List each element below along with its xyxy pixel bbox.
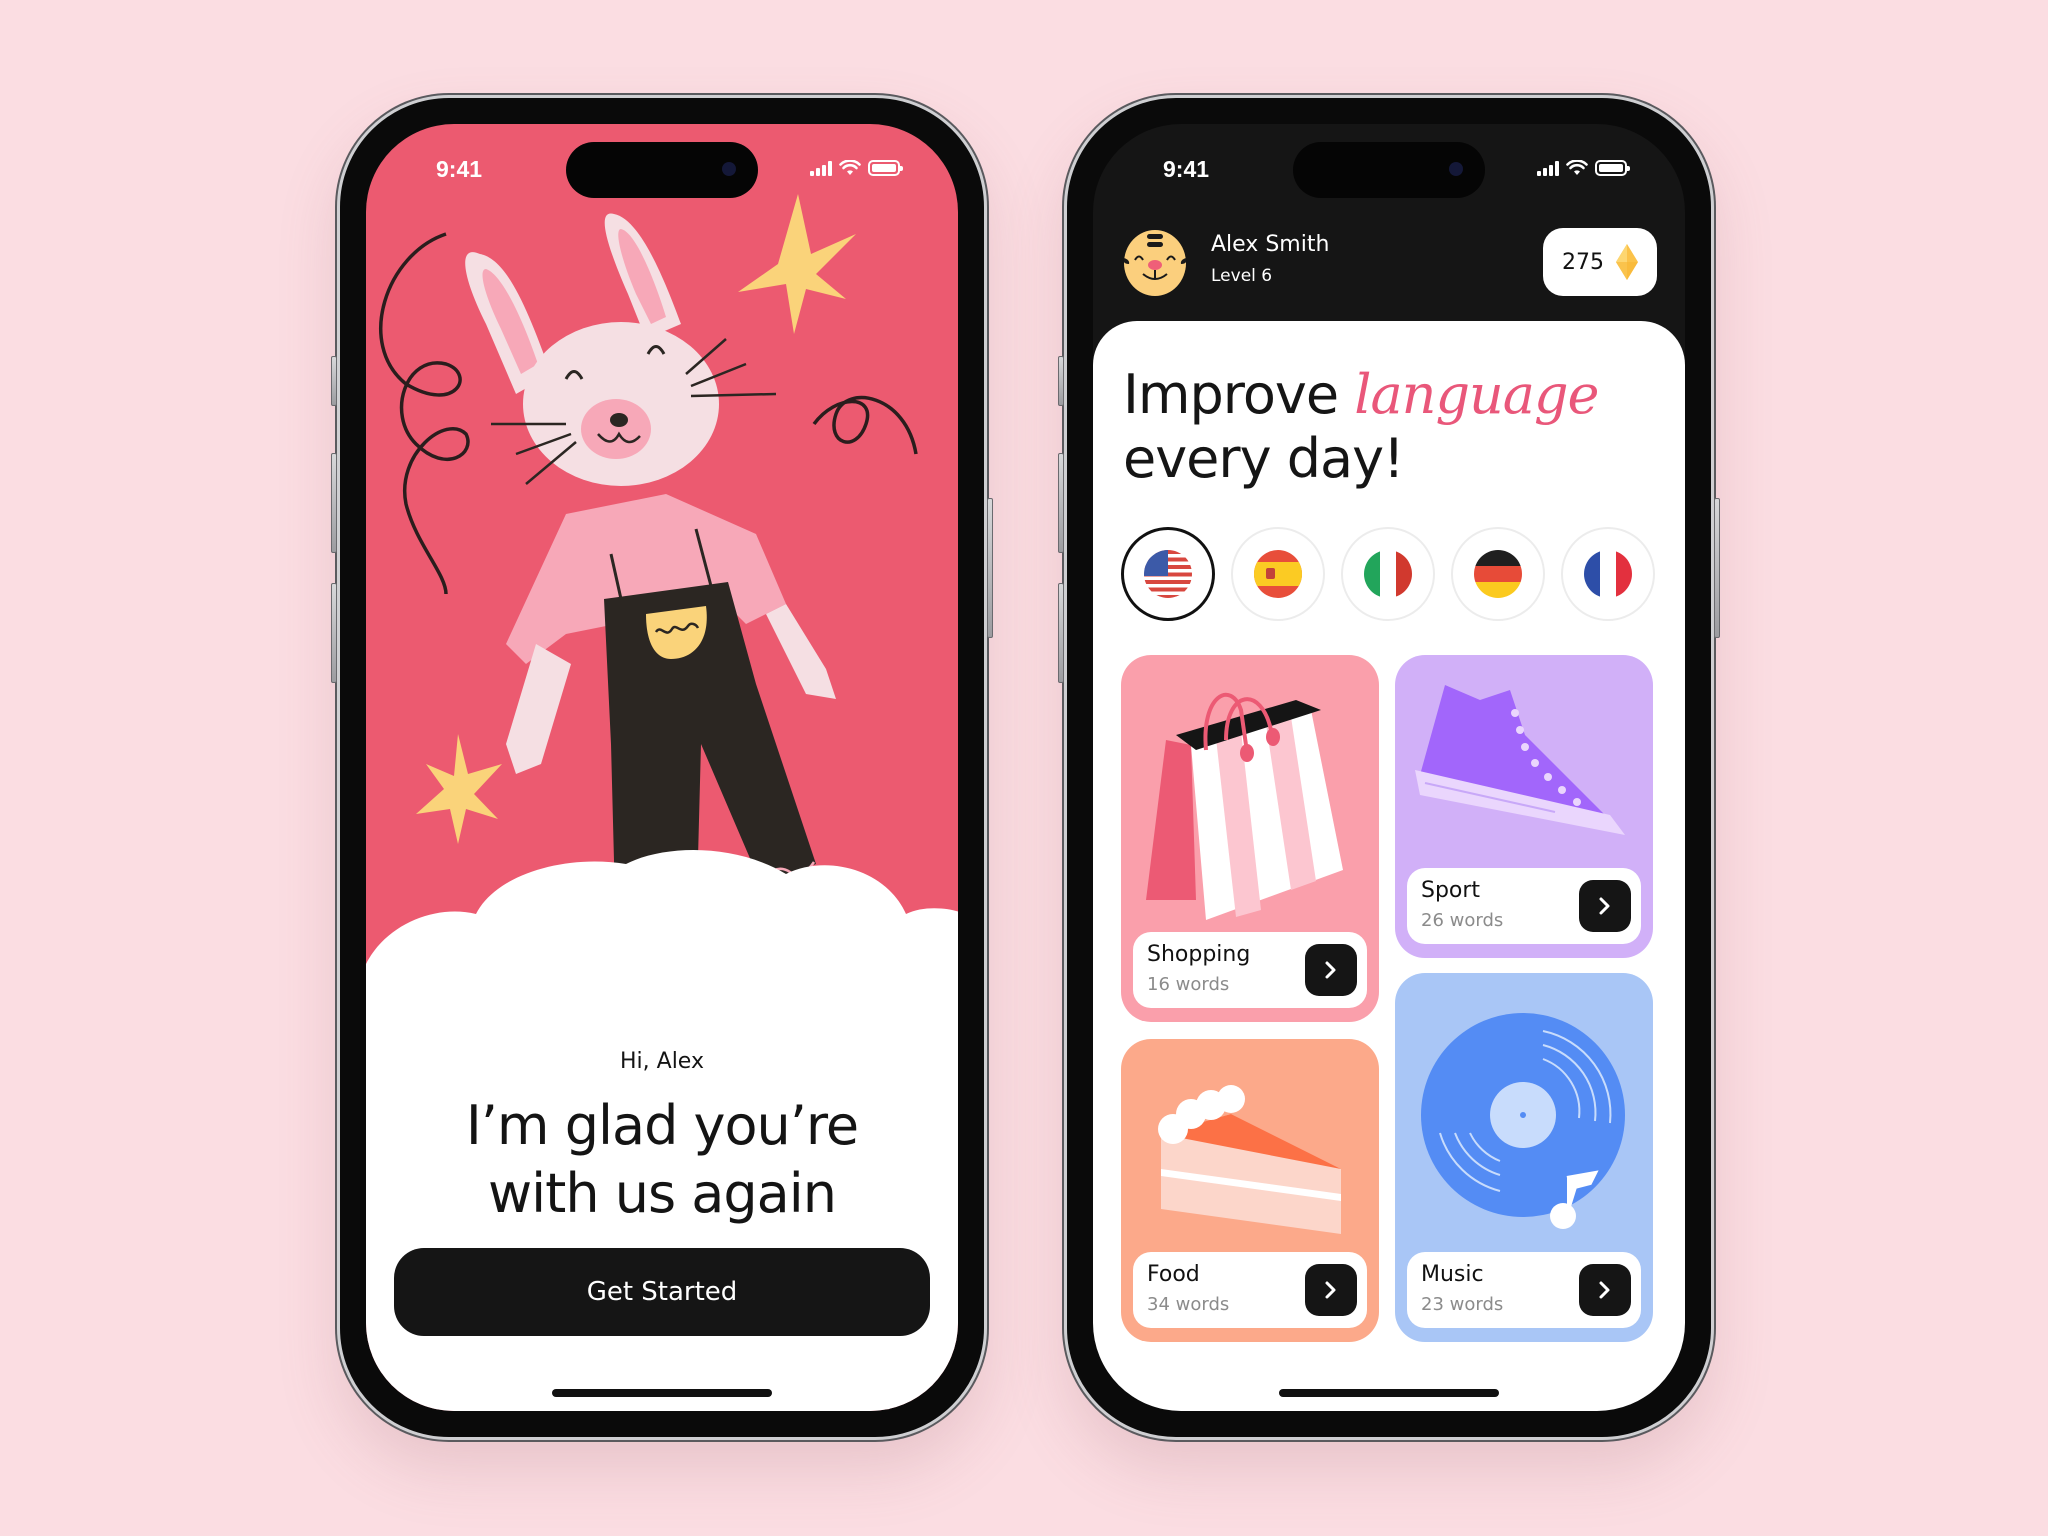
dynamic-island xyxy=(1293,142,1485,198)
language-es[interactable] xyxy=(1231,527,1325,621)
headline-line-2: with us again xyxy=(488,1162,837,1225)
home-indicator[interactable] xyxy=(552,1389,772,1397)
open-shopping-button[interactable] xyxy=(1305,944,1357,996)
germany-flag-icon xyxy=(1474,550,1522,598)
greeting: Hi, Alex xyxy=(620,1049,704,1074)
action-button xyxy=(331,356,337,406)
italy-flag-icon xyxy=(1364,550,1412,598)
status-time: 9:41 xyxy=(1163,156,1210,182)
chevron-right-icon xyxy=(1325,961,1336,979)
welcome-screen: 9:41 Hi, Alex I’m glad you’re with us ag… xyxy=(366,124,958,1411)
wifi-icon xyxy=(839,160,861,175)
category-card-music[interactable]: Music 23 words xyxy=(1395,973,1653,1342)
title-prefix: Improve xyxy=(1123,363,1355,426)
chevron-right-icon xyxy=(1599,897,1610,915)
volume-up-button xyxy=(1058,453,1064,553)
home-indicator[interactable] xyxy=(1279,1389,1499,1397)
bunny-arm-right xyxy=(766,604,836,699)
card-word-count: 34 words xyxy=(1147,1294,1230,1315)
status-bar: 9:41 xyxy=(1093,124,1685,224)
signal-icon xyxy=(810,160,832,176)
card-footer: Food 34 words xyxy=(1133,1252,1367,1328)
battery-icon xyxy=(1595,160,1630,176)
camera-icon xyxy=(1449,162,1463,176)
card-word-count: 23 words xyxy=(1421,1294,1504,1315)
spain-flag-icon xyxy=(1254,550,1302,598)
coins-badge[interactable]: 275 xyxy=(1543,228,1657,296)
us-flag-icon xyxy=(1144,550,1192,598)
headline-line-1: I’m glad you’re xyxy=(465,1094,859,1157)
volume-up-button xyxy=(331,453,337,553)
signal-icon xyxy=(1537,160,1559,176)
bunny-arm-left xyxy=(506,644,571,774)
card-title: Shopping xyxy=(1147,942,1251,967)
swirl-right xyxy=(812,395,918,455)
gem-icon xyxy=(1616,244,1638,280)
dynamic-island xyxy=(566,142,758,198)
category-card-food[interactable]: Food 34 words xyxy=(1121,1039,1379,1342)
content-panel: Improve language every day! Shopping 16 … xyxy=(1093,321,1685,1411)
card-title: Sport xyxy=(1421,878,1481,903)
open-food-button[interactable] xyxy=(1305,1264,1357,1316)
camera-icon xyxy=(722,162,736,176)
headline: I’m glad you’re with us again xyxy=(366,1092,958,1228)
card-title: Food xyxy=(1147,1262,1200,1287)
open-music-button[interactable] xyxy=(1579,1264,1631,1316)
category-card-shopping[interactable]: Shopping 16 words xyxy=(1121,655,1379,1022)
welcome-text: Hi, Alex I’m glad you’re with us again xyxy=(366,1049,958,1228)
battery-icon xyxy=(868,160,903,176)
language-us[interactable] xyxy=(1121,527,1215,621)
card-footer: Music 23 words xyxy=(1407,1252,1641,1328)
chevron-right-icon xyxy=(1325,1281,1336,1299)
sneaker-icon xyxy=(1415,685,1625,835)
action-button xyxy=(1058,356,1064,406)
user-level: Level 6 xyxy=(1211,266,1273,286)
bunny-nose xyxy=(610,413,628,427)
power-button xyxy=(987,498,993,638)
power-button xyxy=(1714,498,1720,638)
swirl-left xyxy=(379,232,470,595)
france-flag-icon xyxy=(1584,550,1632,598)
status-icons xyxy=(1537,160,1630,176)
card-footer: Sport 26 words xyxy=(1407,868,1641,944)
page-title: Improve language every day! xyxy=(1123,363,1600,491)
get-started-button[interactable]: Get Started xyxy=(394,1248,930,1336)
star-bottom xyxy=(416,734,502,844)
title-accent: language xyxy=(1354,363,1599,426)
category-card-sport[interactable]: Sport 26 words xyxy=(1395,655,1653,958)
vinyl-record-icon xyxy=(1421,1013,1625,1229)
card-word-count: 16 words xyxy=(1147,974,1230,995)
user-name: Alex Smith xyxy=(1211,232,1330,257)
language-de[interactable] xyxy=(1451,527,1545,621)
chevron-right-icon xyxy=(1599,1281,1610,1299)
status-bar: 9:41 xyxy=(366,124,958,224)
card-footer: Shopping 16 words xyxy=(1133,932,1367,1008)
wifi-icon xyxy=(1566,160,1588,175)
open-sport-button[interactable] xyxy=(1579,880,1631,932)
phone-home: 9:41 Alex Smith Level 6 275 Improve lang… xyxy=(1058,95,1720,1440)
volume-down-button xyxy=(1058,583,1064,683)
home-screen: 9:41 Alex Smith Level 6 275 Improve lang… xyxy=(1093,124,1685,1411)
tiger-avatar-icon[interactable] xyxy=(1121,228,1189,296)
language-fr[interactable] xyxy=(1561,527,1655,621)
language-selector xyxy=(1121,527,1655,621)
card-word-count: 26 words xyxy=(1421,910,1504,931)
language-it[interactable] xyxy=(1341,527,1435,621)
shopping-bag-icon xyxy=(1146,692,1343,920)
phone-welcome: 9:41 Hi, Alex I’m glad you’re with us ag… xyxy=(331,95,993,1440)
cake-slice-icon xyxy=(1158,1085,1341,1234)
volume-down-button xyxy=(331,583,337,683)
coins-value: 275 xyxy=(1562,249,1604,275)
profile-header: Alex Smith Level 6 275 xyxy=(1121,228,1657,298)
status-time: 9:41 xyxy=(436,156,483,182)
cloud xyxy=(366,850,958,1024)
title-suffix: every day! xyxy=(1123,427,1405,490)
bunny-illustration xyxy=(366,194,958,1024)
card-title: Music xyxy=(1421,1262,1484,1287)
status-icons xyxy=(810,160,903,176)
